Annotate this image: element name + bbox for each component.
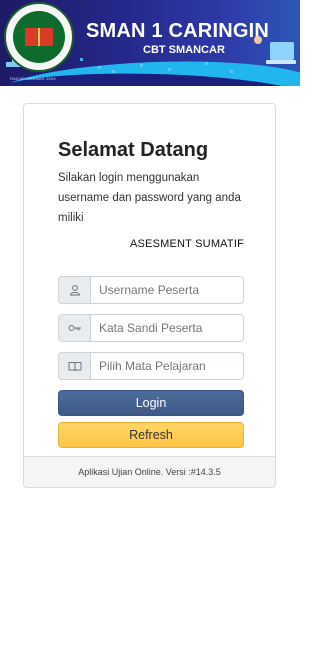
login-card: Selamat Datang Silakan login menggunakan…	[23, 103, 276, 488]
app-subtitle: CBT SMANCAR	[143, 44, 225, 56]
book-icon	[59, 353, 91, 379]
school-name: SMAN 1 CARINGIN	[86, 20, 270, 42]
subject-select[interactable]	[91, 353, 243, 379]
login-form	[58, 276, 244, 380]
announcement-marquee: ASESMENT SUMATIF	[129, 238, 244, 250]
refresh-button[interactable]: Refresh	[58, 422, 244, 448]
app-version-footer: Aplikasi Ujian Online. Versi :#14.3.5	[24, 456, 275, 487]
login-card-body: Selamat Datang Silakan login menggunakan…	[58, 138, 244, 448]
login-description: Silakan login menggunakan username dan p…	[58, 172, 241, 224]
username-field	[58, 276, 244, 304]
password-input[interactable]	[91, 315, 243, 341]
subject-field	[58, 352, 244, 380]
user-icon	[59, 277, 91, 303]
page-title: Selamat Datang	[58, 139, 209, 161]
password-field	[58, 314, 244, 342]
key-icon	[59, 315, 91, 341]
book-emblem-icon	[25, 28, 53, 46]
school-logo	[4, 2, 74, 72]
logo-caption: RAKOP SMEMAS 2024	[10, 76, 56, 81]
username-input[interactable]	[91, 277, 243, 303]
computer-illustration	[254, 34, 296, 68]
header-banner: RAKOP SMEMAS 2024 SMAN 1 CARINGIN CBT SM…	[0, 0, 300, 86]
login-button[interactable]: Login	[58, 390, 244, 416]
